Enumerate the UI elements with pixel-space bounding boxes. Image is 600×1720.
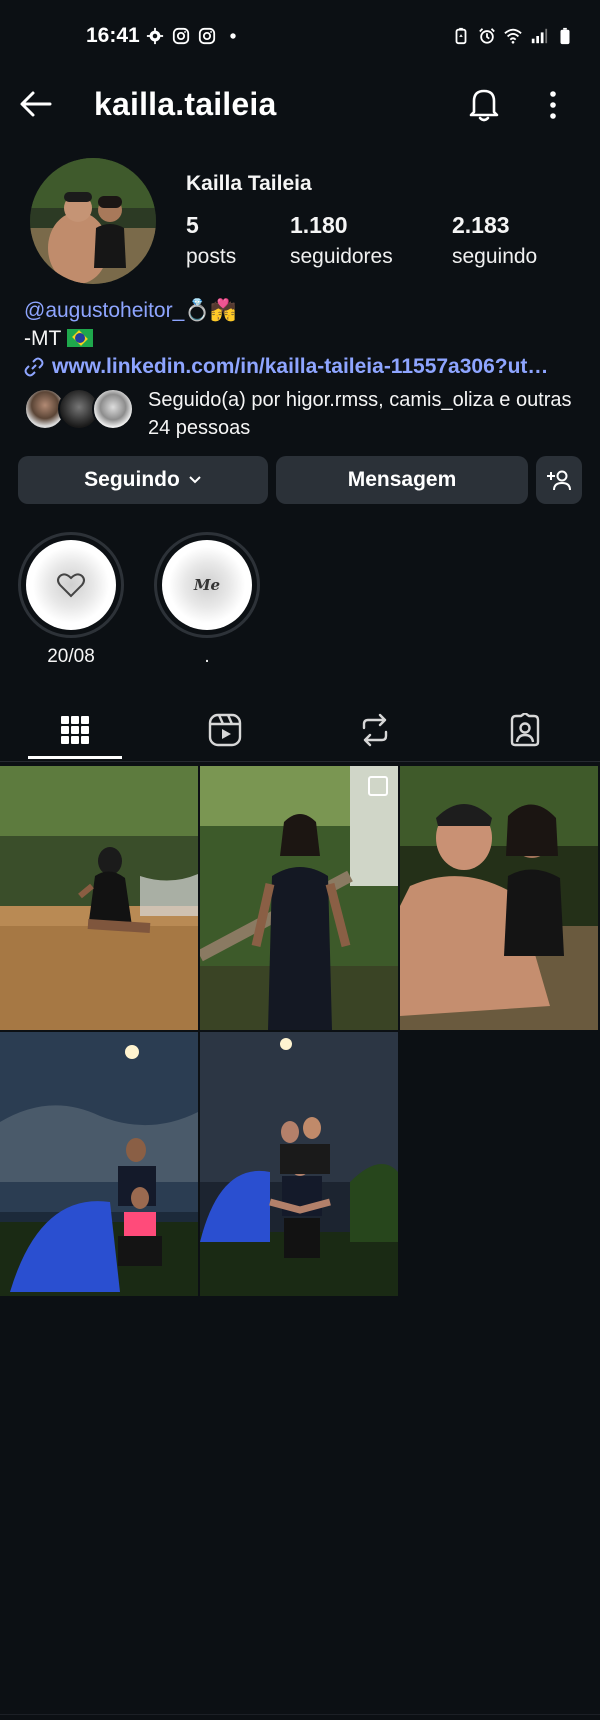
reels-icon <box>208 713 242 747</box>
stat-value: 1.180 <box>290 212 348 238</box>
chevron-down-icon <box>189 476 201 484</box>
repost-icon <box>362 713 388 747</box>
settings-gear-icon <box>146 27 164 45</box>
brazil-flag-icon <box>67 329 94 347</box>
stat-label: posts <box>186 245 237 268</box>
tab-reels[interactable] <box>150 702 300 758</box>
highlight-item[interactable] <box>18 532 124 638</box>
stat-posts: 5 posts <box>186 212 236 269</box>
wifi-icon <box>504 28 522 44</box>
status-left-icons <box>146 27 242 45</box>
message-button-label: Mensagem <box>347 468 457 491</box>
tab-divider <box>0 761 600 762</box>
instagram-icon <box>198 27 216 45</box>
suggested-people-button[interactable] <box>536 456 582 504</box>
post-photo <box>0 1032 198 1296</box>
status-right-icons <box>452 27 574 45</box>
battery-icon <box>560 27 570 45</box>
profile-avatar[interactable] <box>30 158 156 284</box>
add-person-icon <box>547 470 571 491</box>
status-bar: 16:41 <box>0 0 600 70</box>
avatar-photo <box>30 158 156 284</box>
message-button[interactable]: Mensagem <box>276 456 528 504</box>
multiple-posts-icon <box>368 776 388 796</box>
following-button[interactable]: Seguindo <box>18 456 268 504</box>
dot-icon <box>230 33 236 39</box>
profile-display-name: Kailla Taileia <box>186 172 312 195</box>
bell-icon[interactable] <box>466 84 502 124</box>
tab-tagged[interactable] <box>450 702 600 758</box>
stat-value: 2.183 <box>452 212 510 238</box>
status-time: 16:41 <box>86 24 140 47</box>
stat-label: seguidores <box>290 245 393 268</box>
following-button-label: Seguindo <box>84 468 180 491</box>
stat-followers[interactable]: 1.180 seguidores <box>290 212 393 269</box>
post-thumbnail[interactable] <box>200 766 398 1030</box>
link-icon <box>24 357 44 377</box>
instagram-icon <box>172 27 190 45</box>
bottom-nav-divider <box>0 1714 600 1715</box>
bio-external-link[interactable]: www.linkedin.com/in/kailla-taileia-11557… <box>24 355 584 379</box>
highlight-label: . <box>204 646 210 667</box>
tagged-user-icon <box>510 713 540 747</box>
more-vertical-icon[interactable] <box>538 88 568 122</box>
post-thumbnail[interactable] <box>200 1032 398 1296</box>
highlight-item[interactable]: Me <box>154 532 260 638</box>
followed-by-text[interactable]: Seguido(a) por higor.rmss, camis_oliza e… <box>148 386 578 442</box>
highlight-cover: Me <box>162 540 252 630</box>
profile-username-title: kailla.taileia <box>94 86 277 122</box>
highlight-label: 20/08 <box>47 646 95 667</box>
active-tab-indicator <box>28 756 122 759</box>
highlight-cover <box>26 540 116 630</box>
avatar <box>92 388 134 430</box>
bio-location: -MT <box>24 327 94 351</box>
bio-mention-link[interactable]: @augustoheitor_💍💏 <box>24 299 237 323</box>
followed-by-avatars[interactable] <box>24 388 136 432</box>
bio-link-text: www.linkedin.com/in/kailla-taileia-11557… <box>52 355 549 378</box>
grid-icon <box>61 716 89 744</box>
post-thumbnail[interactable] <box>0 1032 198 1296</box>
post-photo <box>0 766 198 1030</box>
stat-label: seguindo <box>452 245 538 268</box>
alarm-icon <box>479 28 495 44</box>
post-photo <box>200 766 398 1030</box>
tab-reposts[interactable] <box>300 702 450 758</box>
post-thumbnail[interactable] <box>400 766 598 1030</box>
stat-value: 5 <box>186 212 199 238</box>
heart-icon <box>57 573 85 598</box>
back-arrow-icon[interactable] <box>16 84 56 124</box>
stat-following[interactable]: 2.183 seguindo <box>452 212 537 269</box>
bio-location-text: -MT <box>24 327 62 350</box>
post-photo <box>200 1032 398 1296</box>
me-text-icon: Me <box>193 576 221 594</box>
post-thumbnail[interactable] <box>0 766 198 1030</box>
tab-grid[interactable] <box>0 702 150 758</box>
signal-icon <box>531 28 548 44</box>
post-photo <box>400 766 598 1030</box>
battery-saver-icon <box>455 27 467 45</box>
